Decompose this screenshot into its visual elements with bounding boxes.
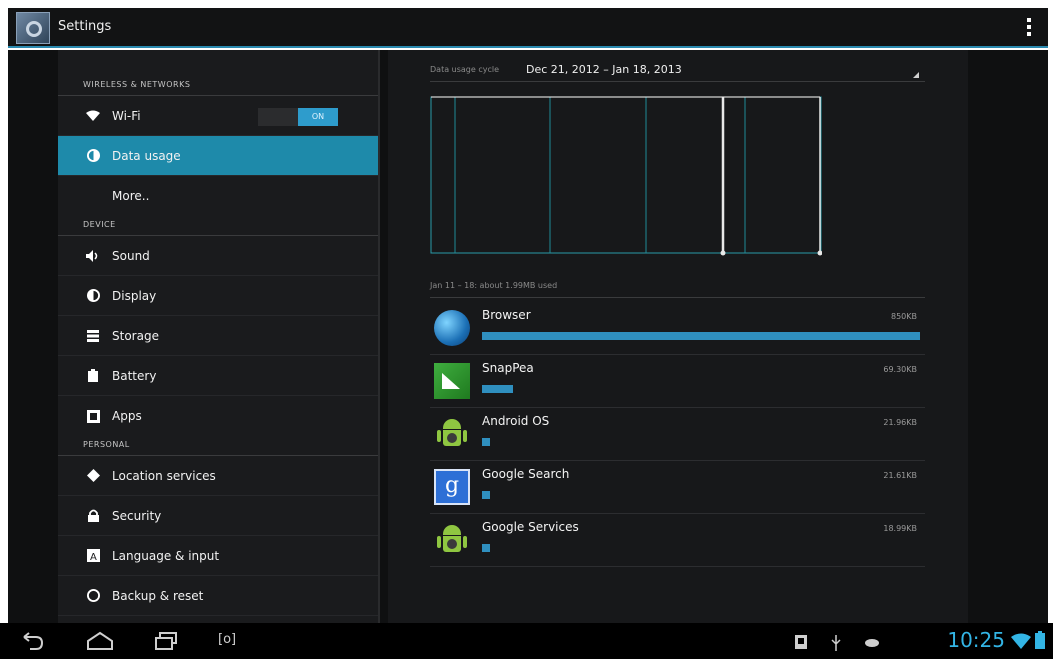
sidebar-item-backup[interactable]: Backup & reset [58, 576, 378, 616]
wifi-icon [86, 109, 100, 123]
app-usage-row-snappea[interactable]: SnapPea 69.30KB [430, 355, 925, 408]
status-area[interactable]: 10:25 [795, 627, 1045, 655]
wifi-toggle[interactable]: ON [258, 108, 338, 126]
app-size: 850KB [890, 312, 917, 321]
sidebar-item-language[interactable]: A Language & input [58, 536, 378, 576]
section-header-device: DEVICE [58, 216, 378, 236]
sidebar-item-sound[interactable]: Sound [58, 236, 378, 276]
wifi-signal-icon [1011, 633, 1031, 649]
sidebar-item-label: Wi-Fi [112, 108, 141, 123]
sidebar-item-location[interactable]: Location services [58, 456, 378, 496]
home-icon[interactable] [86, 631, 114, 651]
sidebar-item-wifi[interactable]: Wi-Fi ON [58, 96, 378, 136]
usb-icon [831, 635, 841, 651]
sidebar-item-label: Battery [112, 368, 157, 383]
app-usage-row-google-services[interactable]: Google Services 18.99KB [430, 514, 925, 567]
storage-icon [86, 329, 100, 343]
cycle-label: Data usage cycle [430, 65, 500, 74]
sidebar-item-label: Security [112, 508, 162, 523]
app-usage-row-google-search[interactable]: g Google Search 21.61KB [430, 461, 925, 514]
app-size: 21.96KB [883, 418, 917, 427]
back-icon[interactable] [20, 631, 44, 651]
action-bar: Settings [8, 8, 1048, 48]
app-name: Google Search [482, 467, 570, 481]
data-usage-icon [86, 149, 100, 163]
wifi-toggle-state: ON [298, 108, 338, 126]
sidebar-item-label: Data usage [112, 148, 181, 163]
sidebar-item-more[interactable]: More.. [58, 176, 378, 216]
usage-chart[interactable] [430, 96, 822, 256]
dropdown-arrow-icon [913, 72, 919, 78]
usage-summary: Jan 11 – 18: about 1.99MB used [430, 278, 925, 298]
backup-icon [86, 589, 100, 603]
sidebar-item-label: Backup & reset [112, 588, 204, 603]
section-header-personal: PERSONAL [58, 436, 378, 456]
lock-icon [86, 509, 100, 523]
usage-bar [482, 491, 490, 499]
app-size: 21.61KB [883, 471, 917, 480]
app-size: 69.30KB [883, 365, 917, 374]
system-navigation-bar: [o] 10:25 [0, 623, 1053, 659]
sidebar-item-label: Sound [112, 248, 150, 263]
sidebar-item-apps[interactable]: Apps [58, 396, 378, 436]
android-icon [434, 416, 470, 452]
clock: 10:25 [947, 628, 1005, 652]
sidebar-item-battery[interactable]: Battery [58, 356, 378, 396]
location-icon [86, 469, 100, 483]
sidebar-item-label: Apps [112, 409, 142, 423]
sidebar-item-label: Location services [112, 468, 216, 483]
usage-bar [482, 438, 490, 446]
usage-bar [482, 385, 513, 393]
data-usage-cycle-spinner[interactable]: Data usage cycle Dec 21, 2012 – Jan 18, … [430, 62, 925, 82]
app-usage-row-android-os[interactable]: Android OS 21.96KB [430, 408, 925, 461]
settings-gear-icon[interactable] [16, 12, 50, 44]
svg-text:A: A [90, 552, 97, 562]
range-start-knob [720, 250, 726, 256]
keyboard-icon: A [86, 549, 100, 563]
range-end-knob [817, 250, 822, 256]
screenshot-icon[interactable]: [o] [218, 632, 254, 652]
sidebar-item-data-usage[interactable]: Data usage [58, 136, 378, 176]
app-name: SnapPea [482, 361, 534, 375]
browser-globe-icon [434, 310, 470, 346]
google-search-icon: g [434, 469, 470, 505]
apps-icon [86, 409, 100, 423]
battery-icon [86, 369, 100, 383]
app-name: Google Services [482, 520, 579, 534]
cycle-value: Dec 21, 2012 – Jan 18, 2013 [526, 63, 682, 76]
sidebar-item-display[interactable]: Display [58, 276, 378, 316]
app-size: 18.99KB [883, 524, 917, 533]
main-area: WIRELESS & NETWORKS Wi-Fi ON Data usage … [8, 50, 1048, 623]
data-usage-pane: Data usage cycle Dec 21, 2012 – Jan 18, … [388, 50, 968, 623]
usage-bar [482, 332, 920, 340]
snappea-icon [434, 363, 470, 399]
sidebar-item-label: Display [112, 288, 157, 303]
sidebar-item-label: Storage [112, 328, 159, 343]
sidebar-item-label: More.. [112, 189, 150, 203]
sidebar-item-label: Language & input [112, 548, 220, 563]
overflow-menu-icon[interactable] [1022, 16, 1036, 40]
section-header-wireless: WIRELESS & NETWORKS [58, 72, 378, 96]
brightness-icon [86, 289, 100, 303]
recent-apps-icon[interactable] [154, 631, 178, 651]
sidebar-item-security[interactable]: Security [58, 496, 378, 536]
cloud-icon [865, 639, 879, 647]
usage-bar [482, 544, 490, 552]
app-title: Settings [58, 19, 112, 34]
app-name: Android OS [482, 414, 550, 428]
settings-sidebar: WIRELESS & NETWORKS Wi-Fi ON Data usage … [58, 50, 380, 623]
notification-icon [795, 635, 807, 649]
android-icon [434, 522, 470, 558]
app-usage-row-browser[interactable]: Browser 850KB [430, 302, 925, 355]
chart-frame [430, 96, 822, 254]
app-name: Browser [482, 308, 531, 322]
sidebar-item-storage[interactable]: Storage [58, 316, 378, 356]
battery-icon [1035, 631, 1045, 649]
speaker-icon [86, 249, 100, 263]
